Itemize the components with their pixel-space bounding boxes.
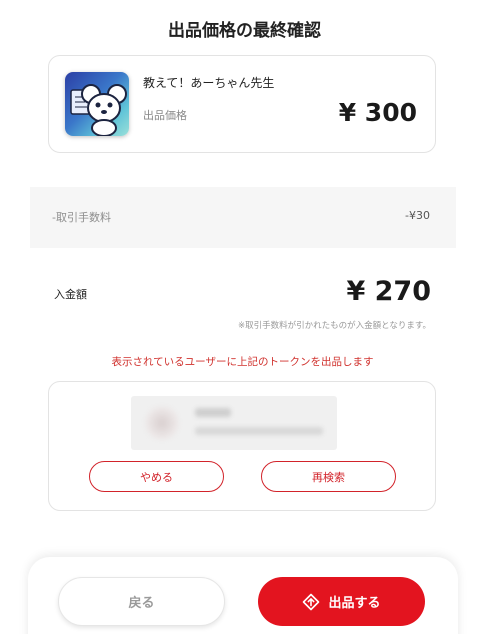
cancel-button[interactable]: やめる xyxy=(89,461,224,492)
fee-value: -¥30 xyxy=(405,209,430,222)
fee-row: -取引手数料 -¥30 xyxy=(30,187,456,248)
back-button[interactable]: 戻る xyxy=(58,577,225,626)
price-value: ¥ 300 xyxy=(338,98,417,127)
item-card: 教えて！あーちゃん先生 出品価格 ¥ 300 xyxy=(48,55,436,153)
fee-label: -取引手数料 xyxy=(52,211,111,224)
price-label: 出品価格 xyxy=(143,109,187,122)
list-item-button[interactable]: 出品する xyxy=(258,577,425,626)
listing-message: 表示されているユーザーに上記のトークンを出品します xyxy=(111,356,374,368)
user-id-blurred xyxy=(195,427,323,435)
user-name-blurred xyxy=(195,408,231,417)
target-user-card: やめる 再検索 xyxy=(48,381,436,511)
item-name: 教えて！あーちゃん先生 xyxy=(143,76,275,90)
research-button[interactable]: 再検索 xyxy=(261,461,396,492)
mouse-mascot-icon xyxy=(70,84,127,136)
item-thumbnail xyxy=(65,72,129,136)
user-avatar xyxy=(145,406,179,440)
deposit-note: ※取引手数料が引かれたものが入金額となります。 xyxy=(237,321,431,331)
deposit-label: 入金額 xyxy=(54,288,87,301)
upload-diamond-icon xyxy=(302,593,320,611)
list-item-button-label: 出品する xyxy=(328,596,381,611)
deposit-value: ¥ 270 xyxy=(346,276,431,307)
blurred-user-preview xyxy=(131,396,337,450)
page-title: 出品価格の最終確認 xyxy=(168,21,321,41)
